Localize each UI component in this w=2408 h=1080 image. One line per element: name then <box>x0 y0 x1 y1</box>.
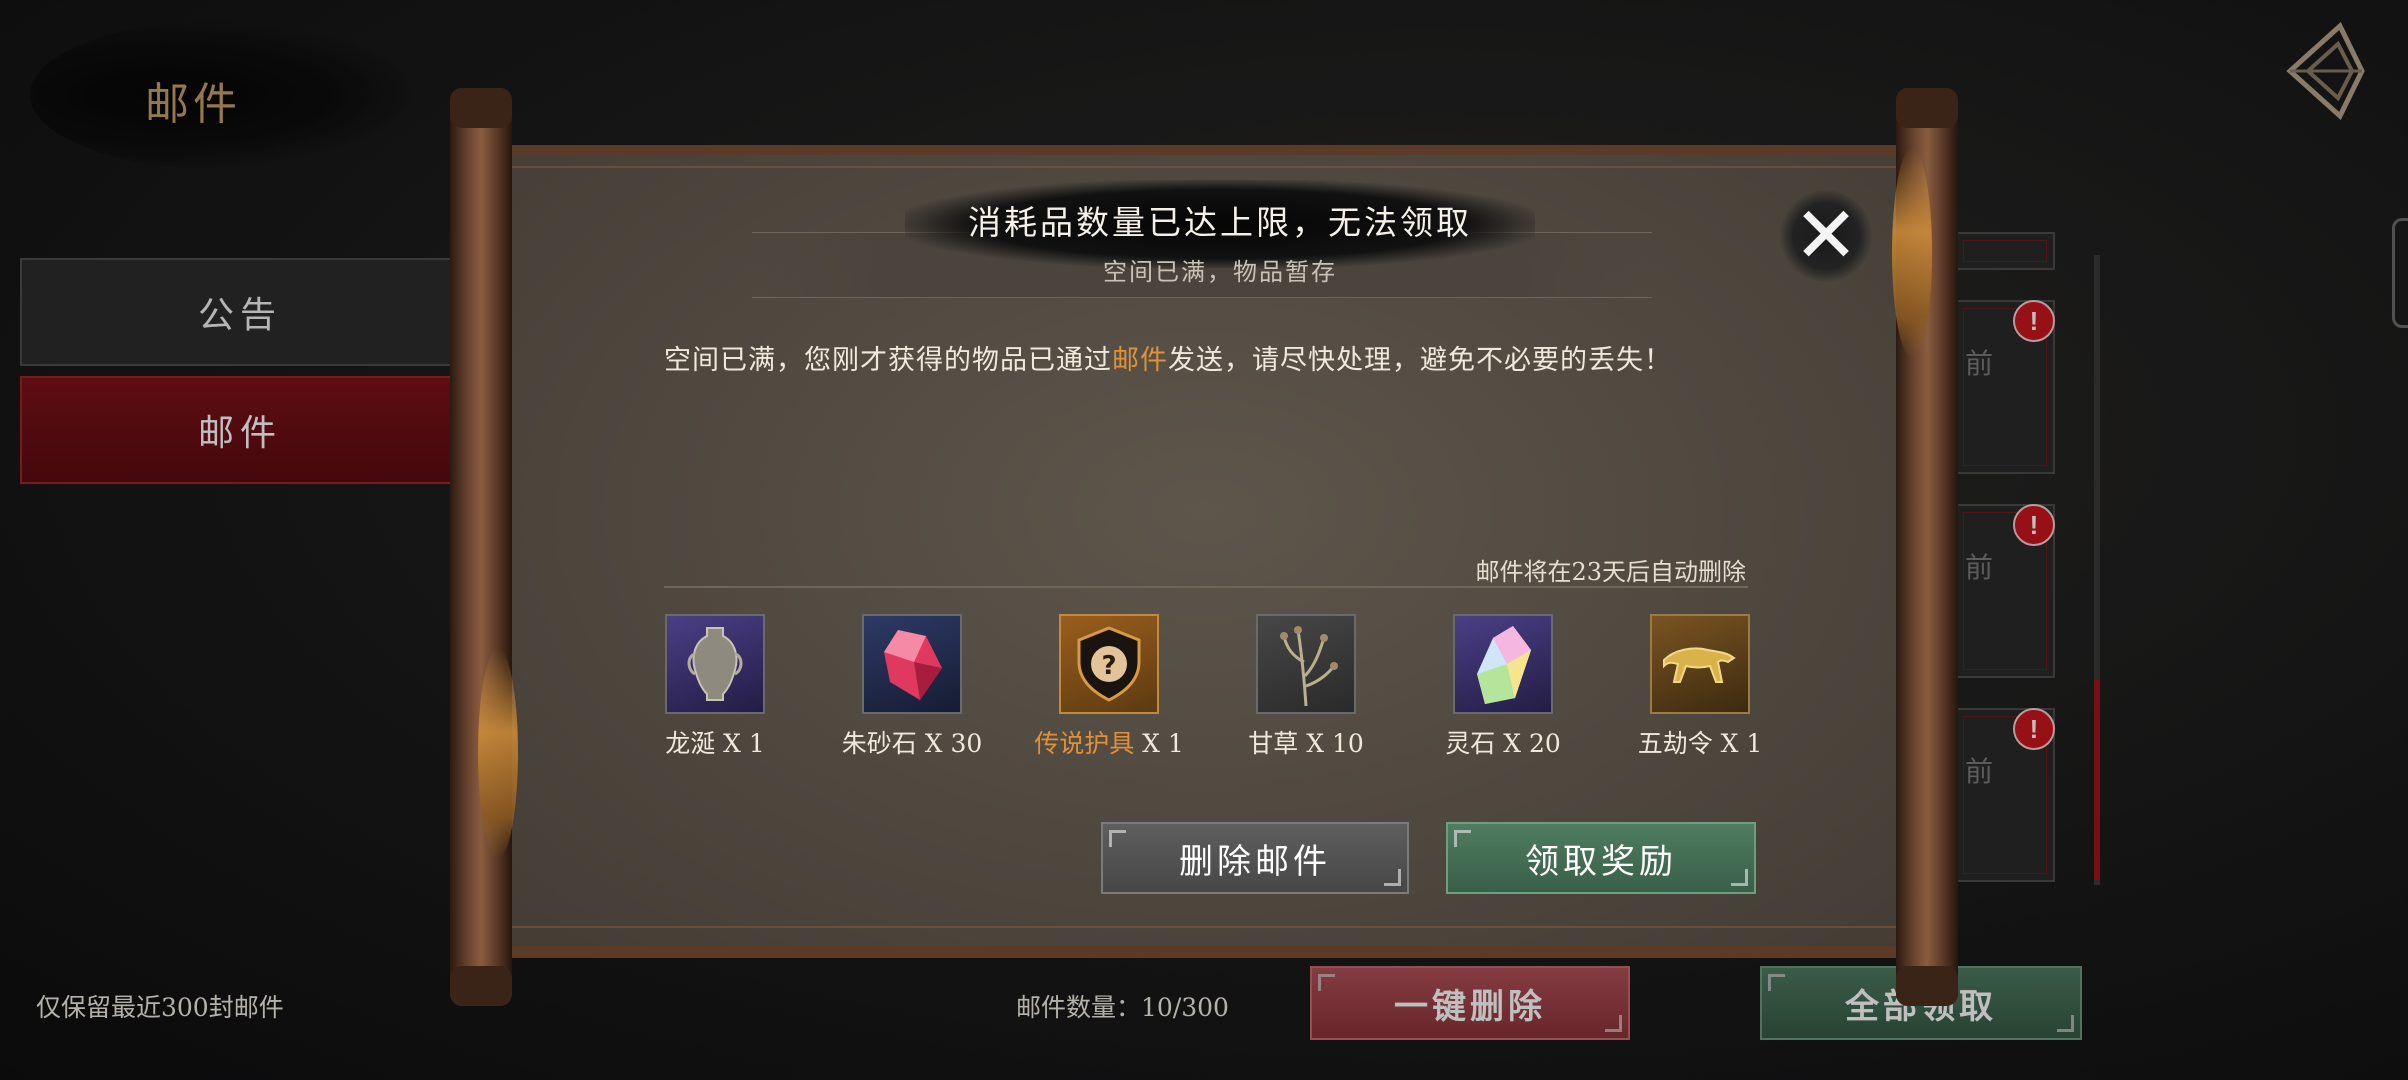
expire-note: 邮件将在23天后自动删除 <box>1475 558 1746 586</box>
scroll-roller-right <box>1892 88 1958 1006</box>
reward-item[interactable]: 灵石 X 20 <box>1423 612 1583 762</box>
golden-tiger-icon <box>1650 614 1750 714</box>
herb-icon <box>1256 614 1356 714</box>
dialog-title: 消耗品数量已达上限，无法领取 <box>968 203 1472 242</box>
red-crystal-icon <box>862 614 962 714</box>
item-label: 灵石 X 20 <box>1445 729 1561 758</box>
message-highlight: 邮件 <box>1112 345 1168 376</box>
reward-item[interactable]: 朱砂石 X 30 <box>832 612 992 762</box>
dialog-message: 空间已满，您刚才获得的物品已通过邮件发送，请尽快处理，避免不必要的丢失！ <box>664 338 1744 377</box>
claim-reward-label: 领取奖励 <box>1525 841 1677 882</box>
reward-item[interactable]: ? 传说护具 X 1 <box>1029 612 1189 762</box>
divider <box>664 586 1748 588</box>
spirit-crystal-icon <box>1453 614 1553 714</box>
close-icon: ✕ <box>1793 191 1859 281</box>
svg-text:?: ? <box>1101 651 1116 681</box>
message-text: 空间已满，您刚才获得的物品已通过 <box>664 345 1112 376</box>
item-label: 传说护具 X 1 <box>1034 729 1184 758</box>
claim-reward-button[interactable]: 领取奖励 <box>1446 822 1756 894</box>
vase-icon <box>665 614 765 714</box>
item-label: 龙涎 X 1 <box>665 729 765 758</box>
delete-mail-button[interactable]: 删除邮件 <box>1101 822 1409 894</box>
close-button[interactable]: ✕ <box>1780 190 1872 282</box>
mystery-armor-icon: ? <box>1059 614 1159 714</box>
item-label: 朱砂石 X 30 <box>841 729 983 758</box>
reward-item[interactable]: 龙涎 X 1 <box>635 612 795 762</box>
scroll-roller-left <box>450 88 518 1006</box>
reward-item[interactable]: 甘草 X 10 <box>1226 612 1386 762</box>
reward-item[interactable]: 五劫令 X 1 <box>1620 612 1780 762</box>
message-text: 发送，请尽快处理，避免不必要的丢失！ <box>1168 345 1672 376</box>
dialog-subtitle: 空间已满，物品暂存 <box>1103 258 1337 286</box>
delete-mail-label: 删除邮件 <box>1179 841 1331 882</box>
item-label: 甘草 X 10 <box>1248 729 1364 758</box>
item-label: 五劫令 X 1 <box>1637 729 1763 758</box>
